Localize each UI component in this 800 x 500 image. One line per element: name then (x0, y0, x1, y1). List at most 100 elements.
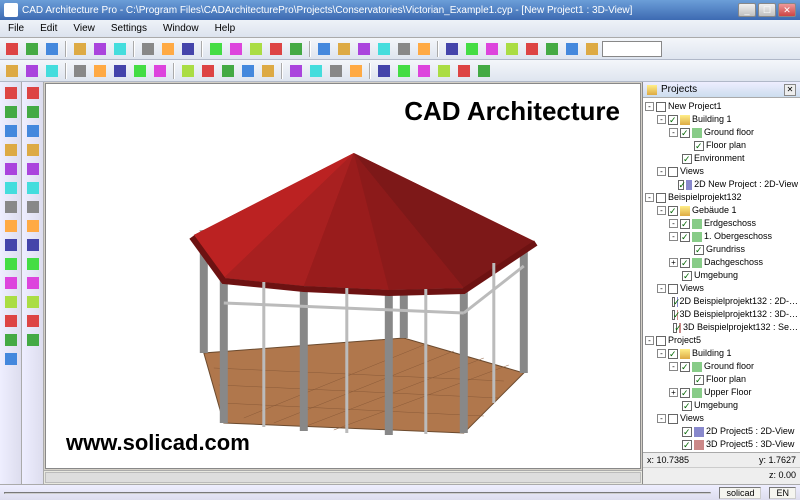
tree-checkbox[interactable] (682, 271, 692, 281)
tree-checkbox[interactable] (673, 323, 677, 333)
dim-button[interactable] (375, 40, 393, 58)
swatch-cyan-button[interactable] (24, 160, 42, 178)
dim-tool-button[interactable] (2, 274, 20, 292)
osnap-button[interactable] (475, 62, 493, 80)
tree-expand-toggle[interactable]: - (657, 206, 666, 215)
swatch-white-button[interactable] (24, 331, 42, 349)
text-tool-button[interactable] (2, 293, 20, 311)
tree-checkbox[interactable] (680, 388, 690, 398)
rot-button[interactable] (463, 40, 481, 58)
menu-view[interactable]: View (69, 22, 99, 35)
tree-item[interactable]: 2D Beispielprojekt132 : 2D-… (645, 295, 798, 308)
menu-settings[interactable]: Settings (107, 22, 151, 35)
rect-button[interactable] (335, 40, 353, 58)
tree-expand-toggle[interactable]: - (657, 414, 666, 423)
tree-checkbox[interactable] (680, 128, 690, 138)
tree-checkbox[interactable] (682, 154, 692, 164)
cut-button[interactable] (91, 40, 109, 58)
swatch-black-button[interactable] (24, 312, 42, 330)
tree-item[interactable]: 2D New Project : 2D-View (645, 178, 798, 191)
tree-item[interactable]: -1. Obergeschoss (645, 230, 798, 243)
menu-help[interactable]: Help (211, 22, 240, 35)
print-button[interactable] (71, 40, 89, 58)
tree-item[interactable]: -New Project1 (645, 100, 798, 113)
ext-button[interactable] (543, 40, 561, 58)
tree-checkbox[interactable] (672, 297, 675, 307)
tree-checkbox[interactable] (668, 167, 678, 177)
trim-button[interactable] (523, 40, 541, 58)
door-tool-button[interactable] (2, 122, 20, 140)
swatch-purple-button[interactable] (24, 274, 42, 292)
snap2-button[interactable] (415, 62, 433, 80)
tree-expand-toggle[interactable]: - (669, 128, 678, 137)
iso-button[interactable] (151, 62, 169, 80)
tree-checkbox[interactable] (668, 414, 678, 424)
tree-expand-toggle[interactable]: + (669, 258, 678, 267)
tree-checkbox[interactable] (668, 284, 678, 294)
swatch-blue-button[interactable] (24, 122, 42, 140)
zoomw-button[interactable] (71, 62, 89, 80)
info-button[interactable] (583, 40, 601, 58)
new-button[interactable] (3, 40, 21, 58)
layer-button[interactable] (247, 40, 265, 58)
menu-edit[interactable]: Edit (36, 22, 61, 35)
wall-tool-button[interactable] (2, 103, 20, 121)
tree-checkbox[interactable] (668, 115, 678, 125)
tree-item[interactable]: -Views (645, 282, 798, 295)
top-button[interactable] (179, 62, 197, 80)
arc-button[interactable] (315, 40, 333, 58)
hatch-button[interactable] (415, 40, 433, 58)
maximize-button[interactable]: ☐ (758, 3, 776, 17)
tree-item[interactable]: 3D Beispielprojekt132 : Se… (645, 321, 798, 334)
tree-checkbox[interactable] (672, 310, 675, 320)
line-tool-button[interactable] (2, 312, 20, 330)
menu-window[interactable]: Window (159, 22, 203, 35)
tree-item[interactable]: Umgebung (645, 269, 798, 282)
pointer-tool-button[interactable] (2, 84, 20, 102)
walk-button[interactable] (131, 62, 149, 80)
tree-item[interactable]: -Views (645, 412, 798, 425)
swatch-red-button[interactable] (24, 84, 42, 102)
close-button[interactable]: ✕ (778, 3, 796, 17)
arc-tool-button[interactable] (2, 331, 20, 349)
tree-checkbox[interactable] (680, 219, 690, 229)
swatch-olive-button[interactable] (24, 293, 42, 311)
3d-viewport[interactable]: CAD Architecture www.solicad.com (45, 83, 641, 469)
window-tool-button[interactable] (2, 141, 20, 159)
scale-button[interactable] (483, 40, 501, 58)
tree-checkbox[interactable] (680, 362, 690, 372)
column-tool-button[interactable] (2, 160, 20, 178)
tree-item[interactable]: -Beispielprojekt132 (645, 191, 798, 204)
tree-item[interactable]: -Ground floor (645, 360, 798, 373)
tree-item[interactable]: Floor plan (645, 139, 798, 152)
swatch-gray-button[interactable] (24, 198, 42, 216)
text-button[interactable] (395, 40, 413, 58)
circ-button[interactable] (355, 40, 373, 58)
redo-button[interactable] (179, 40, 197, 58)
polar-button[interactable] (455, 62, 473, 80)
tree-checkbox[interactable] (656, 336, 666, 346)
tree-expand-toggle[interactable]: - (657, 349, 666, 358)
tree-expand-toggle[interactable]: - (657, 167, 666, 176)
stair-tool-button[interactable] (2, 198, 20, 216)
undo-button[interactable] (159, 40, 177, 58)
swatch-lime-button[interactable] (24, 255, 42, 273)
copy-button[interactable] (111, 40, 129, 58)
zoome-button[interactable] (91, 62, 109, 80)
tree-expand-toggle[interactable]: - (657, 284, 666, 293)
roof-tool-button[interactable] (2, 217, 20, 235)
minimize-button[interactable]: _ (738, 3, 756, 17)
swatch-yellow-button[interactable] (24, 141, 42, 159)
swatch-orange-button[interactable] (24, 217, 42, 235)
poly-tool-button[interactable] (2, 350, 20, 368)
zoom-button[interactable] (43, 62, 61, 80)
side-button[interactable] (219, 62, 237, 80)
move-button[interactable] (443, 40, 461, 58)
color-button[interactable] (267, 40, 285, 58)
tree-expand-toggle[interactable]: - (657, 115, 666, 124)
mirror-button[interactable] (503, 40, 521, 58)
tree-expand-toggle[interactable]: - (645, 193, 654, 202)
tree-item[interactable]: -Gebäude 1 (645, 204, 798, 217)
tree-item[interactable]: -Building 1 (645, 113, 798, 126)
tree-checkbox[interactable] (682, 401, 692, 411)
